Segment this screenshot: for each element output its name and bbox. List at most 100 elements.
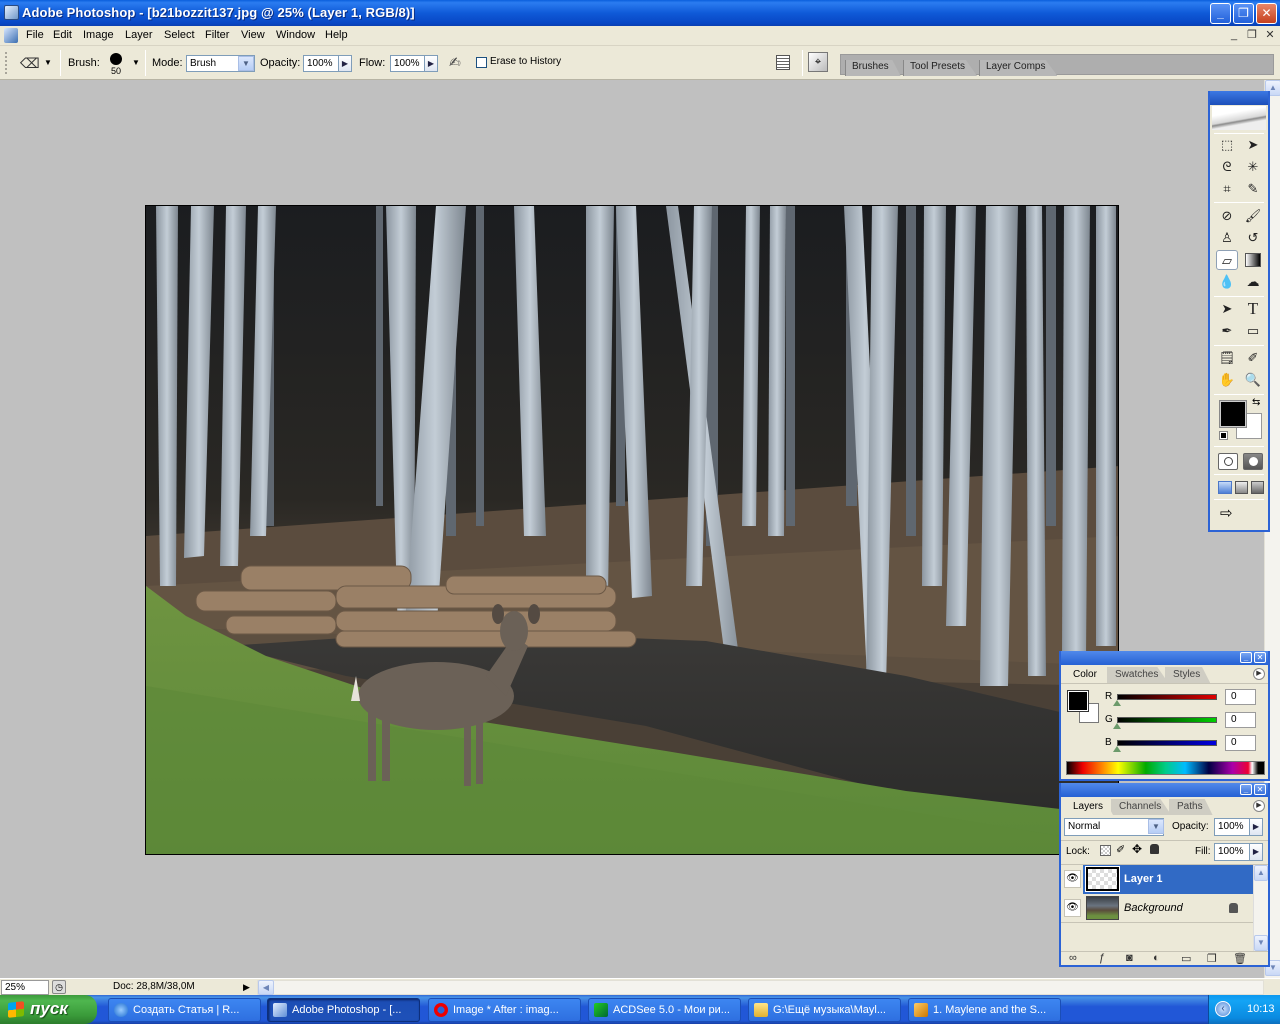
tab-layer-comps[interactable]: Layer Comps	[979, 60, 1058, 76]
layers-scroll-down-button[interactable]: ▼	[1254, 935, 1268, 951]
marquee-icon[interactable]: ⬚	[1216, 135, 1238, 155]
eraser-tool-preset-icon[interactable]: ⌫	[20, 55, 40, 72]
palette-menu-icon[interactable]	[776, 55, 790, 70]
channel-b-input[interactable]: 0	[1225, 735, 1256, 751]
panel-close-button[interactable]: ✕	[1254, 784, 1266, 795]
panel-close-button[interactable]: ✕	[1254, 652, 1266, 663]
doc-restore-button[interactable]: ❐	[1244, 28, 1260, 43]
channel-g-thumb[interactable]	[1113, 723, 1121, 729]
layer-style-icon[interactable]: ƒ	[1099, 952, 1105, 964]
adjustment-layer-icon[interactable]: ◐	[1153, 952, 1160, 964]
trash-icon[interactable]: 🗑	[1233, 952, 1247, 965]
panel-minimize-button[interactable]: _	[1240, 784, 1252, 795]
file-browser-icon[interactable]: ⌖	[808, 52, 828, 72]
panel-menu-button[interactable]: ▶	[1253, 668, 1265, 680]
menu-edit[interactable]: Edit	[53, 29, 72, 41]
menu-layer[interactable]: Layer	[125, 29, 153, 41]
tab-channels[interactable]: Channels	[1111, 799, 1172, 815]
layers-scrollbar[interactable]: ▲ ▼	[1253, 865, 1268, 952]
horizontal-scrollbar[interactable]: ◀	[257, 980, 1264, 995]
visibility-eye-icon[interactable]: 👁	[1064, 899, 1081, 917]
tab-tool-presets[interactable]: Tool Presets	[903, 60, 978, 76]
menu-filter[interactable]: Filter	[205, 29, 229, 41]
foreground-color-swatch[interactable]	[1219, 400, 1247, 428]
show-hidden-icons-button[interactable]: ‹	[1215, 1001, 1231, 1017]
tab-layers[interactable]: Layers	[1065, 799, 1114, 815]
channel-g-input[interactable]: 0	[1225, 712, 1256, 728]
lasso-icon[interactable]: ᘓ	[1216, 157, 1238, 177]
notes-icon[interactable]: 🗒	[1216, 348, 1238, 368]
taskbar-item-opera[interactable]: Image * After : imag...	[428, 998, 581, 1022]
move-icon[interactable]: ➤	[1242, 135, 1264, 155]
new-layer-icon[interactable]: ❐	[1207, 952, 1217, 965]
quick-mask-button[interactable]	[1243, 453, 1263, 470]
layer-opacity-slider-button[interactable]: ▶	[1249, 818, 1263, 836]
color-panel-header[interactable]: _ ✕	[1061, 651, 1268, 665]
channel-r-slider[interactable]	[1117, 694, 1217, 700]
zoom-level-input[interactable]: 25%	[1, 980, 49, 995]
status-preview-icon[interactable]: ◷	[52, 980, 66, 994]
chevron-down-icon[interactable]: ▼	[238, 56, 254, 71]
new-group-icon[interactable]: ▭	[1181, 952, 1191, 965]
channel-b-slider[interactable]	[1117, 740, 1217, 746]
history-brush-icon[interactable]: ↺	[1242, 228, 1264, 248]
image-canvas[interactable]	[145, 205, 1119, 855]
channel-r-thumb[interactable]	[1113, 700, 1121, 706]
panel-minimize-button[interactable]: _	[1240, 652, 1252, 663]
layers-panel-header[interactable]: _ ✕	[1061, 783, 1268, 797]
erase-to-history-checkbox[interactable]	[476, 57, 487, 68]
taskbar-item-photoshop[interactable]: Adobe Photoshop - [...	[267, 998, 420, 1022]
panel-menu-button[interactable]: ▶	[1253, 800, 1265, 812]
fill-slider-button[interactable]: ▶	[1249, 843, 1263, 861]
maximize-button[interactable]: ❐	[1233, 3, 1254, 24]
rectangle-icon[interactable]: ▭	[1242, 321, 1264, 341]
toolbox-header[interactable]	[1210, 91, 1268, 105]
visibility-eye-icon[interactable]: 👁	[1064, 870, 1081, 888]
magic-wand-icon[interactable]: ✳	[1242, 157, 1264, 177]
color-ramp[interactable]	[1066, 761, 1265, 775]
airbrush-icon[interactable]: ✍	[449, 54, 461, 71]
channel-r-input[interactable]: 0	[1225, 689, 1256, 705]
hand-icon[interactable]: ✋	[1216, 370, 1238, 390]
layer-name[interactable]: Background	[1124, 902, 1183, 914]
tab-color[interactable]: Color	[1065, 667, 1107, 683]
tool-preset-dropdown-arrow[interactable]: ▼	[44, 58, 52, 67]
brush-picker-arrow[interactable]: ▼	[132, 58, 140, 67]
eraser-icon[interactable]: ▱	[1216, 250, 1238, 270]
pen-icon[interactable]: ✒	[1216, 321, 1238, 341]
channel-g-slider[interactable]	[1117, 717, 1217, 723]
slice-icon[interactable]: ✎	[1242, 179, 1264, 199]
gradient-icon[interactable]	[1245, 253, 1261, 267]
layer-name[interactable]: Layer 1	[1124, 873, 1163, 885]
options-bar-grip[interactable]	[5, 52, 7, 74]
document-icon[interactable]	[4, 28, 18, 43]
opacity-slider-button[interactable]: ▶	[338, 55, 352, 72]
clock[interactable]: 10:13	[1247, 995, 1275, 1023]
tab-styles[interactable]: Styles	[1165, 667, 1211, 683]
jump-to-imageready-icon[interactable]: ⇨	[1220, 504, 1233, 522]
zoom-icon[interactable]: 🔍	[1242, 370, 1264, 390]
dodge-icon[interactable]: ☁	[1242, 272, 1264, 292]
chevron-down-icon[interactable]: ▼	[1148, 819, 1164, 834]
layer-row-background[interactable]: 👁 Background	[1061, 894, 1253, 923]
menu-window[interactable]: Window	[276, 29, 315, 41]
taskbar-item-acdsee[interactable]: ACDSee 5.0 - Мои ри...	[588, 998, 741, 1022]
taskbar-item-folder[interactable]: G:\Ещё музыка\Mayl...	[748, 998, 901, 1022]
eyedropper-icon[interactable]: ✐	[1242, 348, 1264, 368]
clone-stamp-icon[interactable]: ♙	[1216, 228, 1238, 248]
tab-paths[interactable]: Paths	[1169, 799, 1213, 815]
doc-minimize-button[interactable]: _	[1226, 28, 1242, 43]
mask-icon[interactable]: ◙	[1126, 952, 1133, 964]
menu-help[interactable]: Help	[325, 29, 348, 41]
adobe-feather-logo[interactable]	[1212, 106, 1266, 130]
lock-image-icon[interactable]: ✐	[1116, 843, 1125, 856]
status-menu-arrow[interactable]: ▶	[243, 982, 250, 993]
start-button[interactable]: пуск	[0, 995, 97, 1024]
opacity-input[interactable]: 100%	[303, 55, 339, 72]
layer-opacity-input[interactable]: 100%	[1214, 818, 1250, 836]
menu-image[interactable]: Image	[83, 29, 114, 41]
menu-file[interactable]: File	[26, 29, 44, 41]
lock-transparency-icon[interactable]	[1100, 845, 1111, 856]
healing-brush-icon[interactable]: ⊘	[1216, 206, 1238, 226]
layers-scroll-up-button[interactable]: ▲	[1254, 865, 1268, 881]
